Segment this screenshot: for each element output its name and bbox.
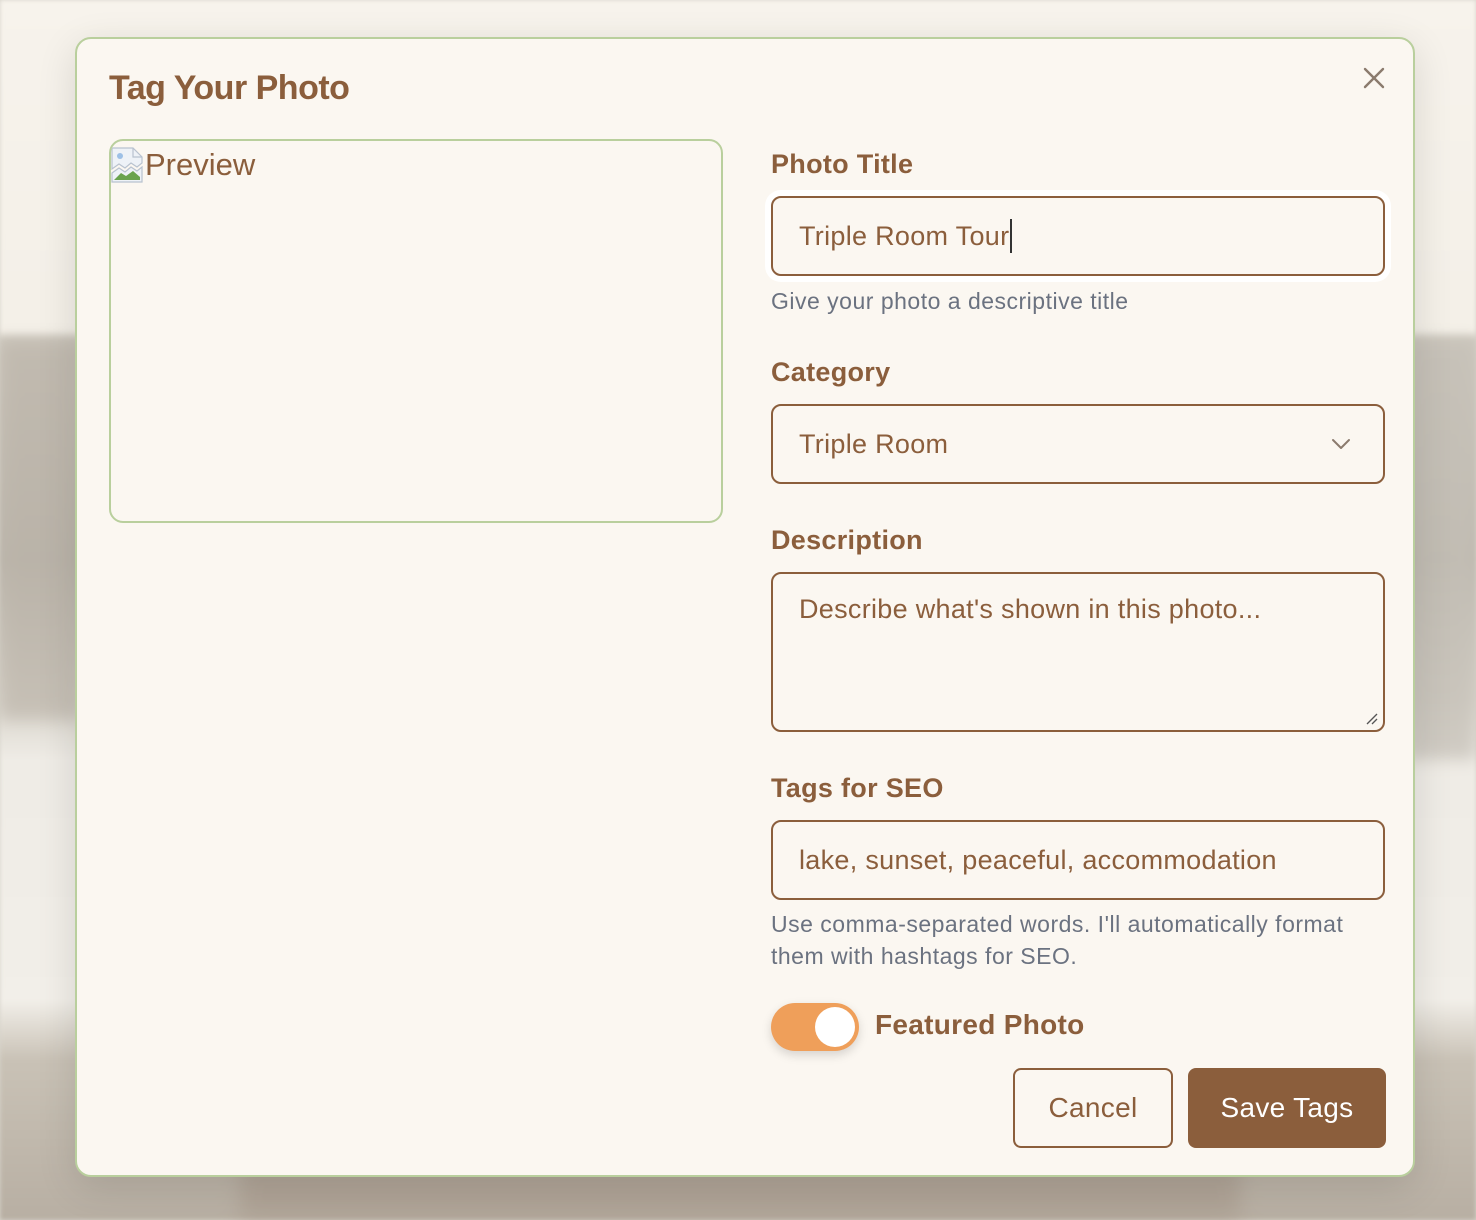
category-label: Category (771, 357, 891, 387)
photo-preview: Preview (109, 139, 723, 523)
photo-title-value: Triple Room Tour (799, 220, 1010, 251)
close-icon (1363, 67, 1385, 89)
category-selected-value: Triple Room (799, 428, 949, 459)
text-caret (1010, 219, 1013, 253)
photo-title-input[interactable]: Triple Room Tour (771, 196, 1385, 276)
description-label: Description (771, 525, 923, 555)
tags-helper-line2: them with hashtags for SEO. (771, 943, 1078, 969)
tags-label: Tags for SEO (771, 773, 944, 803)
save-tags-button[interactable]: Save Tags (1188, 1068, 1386, 1148)
description-textarea[interactable]: Describe what's shown in this photo... (771, 572, 1385, 732)
photo-title-helper: Give your photo a descriptive title (771, 288, 1129, 314)
description-placeholder: Describe what's shown in this photo... (799, 594, 1262, 624)
tags-helper-line1: Use comma-separated words. I'll automati… (771, 911, 1344, 937)
featured-photo-label: Featured Photo (875, 1009, 1085, 1040)
modal-title: Tag Your Photo (109, 69, 350, 107)
tags-value: lake, sunset, peaceful, accommodation (799, 844, 1277, 875)
toggle-knob (815, 1007, 855, 1047)
tags-input[interactable]: lake, sunset, peaceful, accommodation (771, 820, 1385, 900)
featured-photo-toggle[interactable] (771, 1003, 859, 1051)
chevron-down-icon (1332, 439, 1350, 449)
tag-photo-modal: Tag Your Photo Preview Photo Title Tripl… (75, 37, 1415, 1177)
photo-title-label: Photo Title (771, 149, 914, 179)
category-select[interactable]: Triple Room (771, 404, 1385, 484)
close-button[interactable] (1361, 65, 1387, 91)
broken-image-icon (111, 147, 143, 183)
cancel-button[interactable]: Cancel (1013, 1068, 1173, 1148)
resize-handle-icon[interactable] (1363, 710, 1379, 726)
preview-image: Preview (111, 141, 255, 189)
preview-alt-text: Preview (145, 147, 256, 182)
